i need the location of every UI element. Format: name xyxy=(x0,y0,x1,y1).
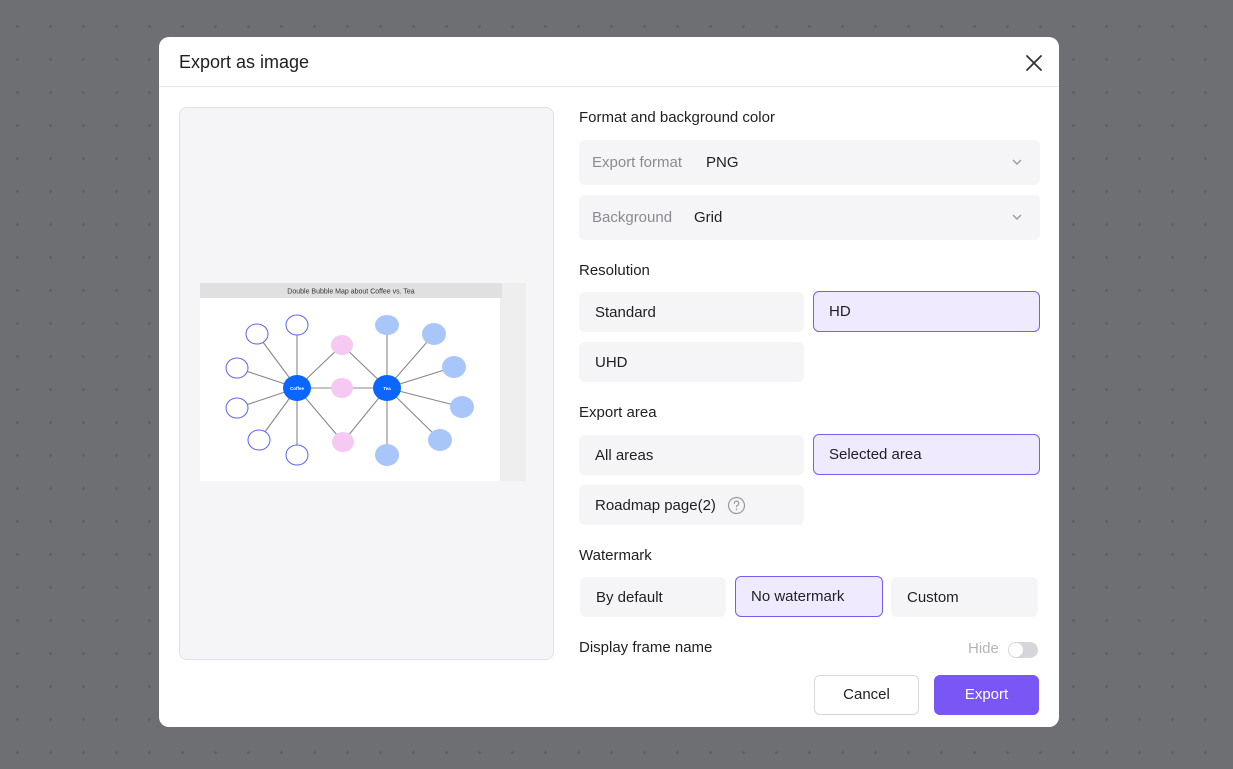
export-image-dialog: Export as image Double Bubble Map about … xyxy=(159,37,1059,727)
format-section-title: Format and background color xyxy=(579,109,775,126)
double-bubble-map-preview: Double Bubble Map about Coffee vs. Tea C… xyxy=(200,283,502,481)
shared-attribute-node xyxy=(331,335,353,355)
background-select[interactable]: Background Grid xyxy=(579,195,1040,240)
tea-attribute-node xyxy=(450,396,474,418)
coffee-node-label: Coffee xyxy=(290,386,304,391)
export-preview-panel: Double Bubble Map about Coffee vs. Tea C… xyxy=(179,107,554,660)
watermark-option-default[interactable]: By default xyxy=(580,577,726,617)
coffee-attribute-node xyxy=(225,397,249,419)
export-area-option-roadmap[interactable]: Roadmap page(2) xyxy=(579,485,804,525)
export-format-value: PNG xyxy=(706,154,739,171)
resolution-option-standard[interactable]: Standard xyxy=(579,292,804,332)
export-button[interactable]: Export xyxy=(934,675,1039,715)
coffee-attribute-node xyxy=(285,444,309,466)
coffee-attribute-node xyxy=(225,357,249,379)
background-value: Grid xyxy=(694,209,723,226)
tea-node-label: Tea xyxy=(383,386,391,391)
display-frame-name-label: Display frame name xyxy=(579,639,713,656)
tea-attribute-node xyxy=(422,323,446,345)
preview-image: Double Bubble Map about Coffee vs. Tea C… xyxy=(200,283,526,481)
watermark-option-custom[interactable]: Custom xyxy=(891,577,1038,617)
display-frame-name-toggle[interactable] xyxy=(1008,642,1038,658)
export-format-select[interactable]: Export format PNG xyxy=(579,140,1040,185)
resolution-section-title: Resolution xyxy=(579,262,650,279)
export-area-option-all[interactable]: All areas xyxy=(579,435,804,475)
resolution-option-uhd[interactable]: UHD xyxy=(579,342,804,382)
hide-toggle-label: Hide xyxy=(968,640,999,657)
export-area-option-selected[interactable]: Selected area xyxy=(813,434,1040,475)
shared-attribute-node xyxy=(331,378,353,398)
tea-attribute-node xyxy=(375,315,399,335)
dialog-header: Export as image xyxy=(159,37,1059,87)
tea-attribute-node xyxy=(428,429,452,451)
coffee-attribute-node xyxy=(245,323,269,345)
chevron-down-icon xyxy=(1012,159,1022,165)
tea-attribute-node xyxy=(442,356,466,378)
close-icon xyxy=(1026,55,1042,71)
export-area-section-title: Export area xyxy=(579,404,657,421)
dialog-title: Export as image xyxy=(179,52,310,72)
preview-title: Double Bubble Map about Coffee vs. Tea xyxy=(287,289,414,296)
export-format-label: Export format xyxy=(592,154,683,171)
close-button[interactable] xyxy=(1023,52,1045,74)
tea-attribute-node xyxy=(375,444,399,466)
background-label: Background xyxy=(592,209,673,226)
chevron-down-icon xyxy=(1012,214,1022,220)
watermark-option-none[interactable]: No watermark xyxy=(735,576,883,617)
coffee-attribute-node xyxy=(285,314,309,336)
toggle-knob xyxy=(1009,643,1023,657)
shared-attribute-node xyxy=(332,432,354,452)
cancel-button[interactable]: Cancel xyxy=(814,675,919,715)
help-icon[interactable] xyxy=(727,496,746,515)
watermark-section-title: Watermark xyxy=(579,547,652,564)
resolution-option-hd[interactable]: HD xyxy=(813,291,1040,332)
coffee-attribute-node xyxy=(247,429,271,451)
